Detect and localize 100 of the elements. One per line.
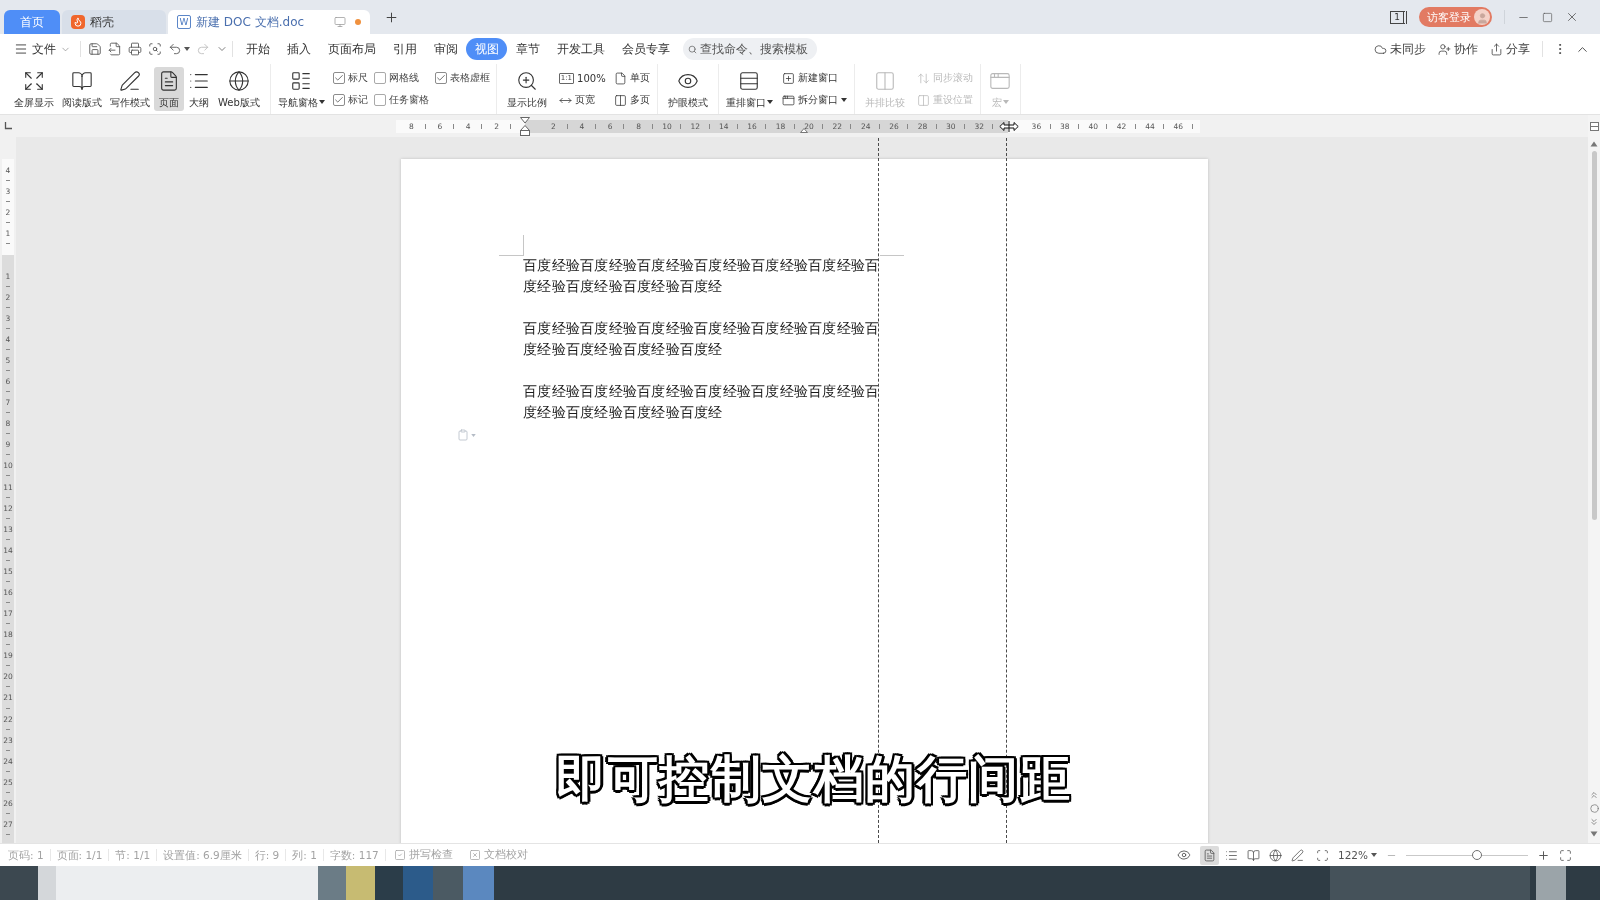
globe-icon [227, 69, 250, 92]
checkbox[interactable] [434, 72, 447, 84]
checkbox-label[interactable]: 标记 [347, 93, 368, 107]
fullscreen-icon[interactable] [1559, 848, 1572, 862]
menu-tab[interactable]: 审阅 [425, 38, 466, 60]
pen-icon [119, 69, 141, 92]
checkbox-label[interactable]: 表格虚框 [449, 71, 490, 85]
ribbon-button[interactable]: 显示比例 [502, 67, 551, 111]
tab[interactable]: W 新建 DOC 文档.doc [168, 10, 370, 34]
toolbar-button[interactable]: 分享 [1488, 38, 1532, 60]
flame-logo-icon [71, 15, 85, 29]
ribbon-button[interactable]: 重排窗口 [724, 67, 774, 111]
checkbox-label[interactable]: 标尺 [347, 71, 368, 85]
tab-stop-selector-icon[interactable] [4, 122, 12, 130]
menu-tab[interactable]: 开发工具 [548, 38, 613, 60]
menu-tab[interactable]: 插入 [278, 38, 319, 60]
two-columns-icon [613, 93, 627, 107]
caret-icon [184, 47, 190, 51]
ribbon-button[interactable]: 页宽 [557, 90, 607, 110]
checkbox-label[interactable]: 任务窗格 [388, 93, 429, 107]
browse-object-icon[interactable] [1589, 804, 1599, 813]
checkbox[interactable] [332, 72, 345, 84]
tab-marker-icon[interactable] [800, 127, 808, 133]
monitor-icon[interactable] [334, 16, 346, 28]
checkbox[interactable] [373, 94, 386, 106]
pixelated-block [463, 866, 494, 900]
file-menu-button[interactable]: 文件 [12, 38, 73, 60]
toolbar-button[interactable]: 协作 [1436, 38, 1480, 60]
pixelated-block [403, 866, 433, 900]
pixelated-block [375, 866, 403, 900]
status-text: 列: 1 [286, 849, 324, 861]
paragraph: 百度经验百度经验百度经验百度经验百度经验百度经验百度经验百度经验百度经验百度经 [523, 382, 881, 422]
status-text: 设置值: 6.9厘米 [157, 849, 249, 861]
menu-tab[interactable]: 章节 [507, 38, 548, 60]
user-plus-icon [1438, 42, 1451, 56]
search-field[interactable]: 查找命令、搜索模板 [683, 38, 817, 60]
ribbon-button[interactable]: 新建窗口 [780, 68, 848, 88]
checkbox-label[interactable]: 网格线 [388, 71, 419, 85]
cloud-icon [1374, 42, 1387, 56]
menu-tab[interactable]: 会员专享 [613, 38, 678, 60]
window-count-badge[interactable]: 1 [1390, 10, 1407, 24]
scroll-thumb[interactable] [1591, 151, 1597, 520]
fit-frame-icon[interactable] [1315, 848, 1329, 862]
menu-tab[interactable]: 开始 [237, 38, 278, 60]
ribbon-button[interactable]: 大纲 [184, 67, 214, 111]
undo-icon[interactable] [168, 42, 182, 56]
scroll-up-icon[interactable] [1590, 141, 1598, 147]
ribbon-button[interactable]: 写作模式 [106, 67, 154, 111]
ribbon-button[interactable]: 拆分窗口 [780, 90, 848, 110]
doc-type-badge: W [177, 15, 191, 29]
slider-thumb[interactable] [1471, 850, 1482, 860]
ribbon-button[interactable]: 阅读版式 [58, 67, 106, 111]
checkbox[interactable] [332, 94, 345, 106]
ribbon-button[interactable]: 多页 [612, 90, 651, 110]
checkbox-tick-icon [393, 849, 406, 861]
print-preview-icon[interactable] [148, 42, 162, 56]
scroll-down-icon[interactable] [1590, 831, 1598, 837]
caption-text: 即可控制文档的行间距 [556, 751, 1071, 807]
menu-tab[interactable]: 页面布局 [319, 38, 384, 60]
checkbox[interactable] [373, 72, 386, 84]
ribbon-button[interactable]: 导航窗格 [276, 67, 326, 111]
menu-tab[interactable]: 引用 [384, 38, 425, 60]
plus-icon[interactable] [384, 9, 399, 25]
caret-icon [1371, 853, 1377, 857]
document-icon [158, 69, 180, 92]
split-box-icon[interactable] [1589, 121, 1599, 131]
page-icon [613, 71, 627, 85]
ribbon-button[interactable]: 单页 [612, 68, 651, 88]
open-book-icon [71, 69, 93, 92]
paragraph: 百度经验百度经验百度经验百度经验百度经验百度经验百度经验百度经验百度经验百度经 [523, 256, 881, 296]
status-text: 字数: 117 [323, 849, 386, 861]
ribbon-button[interactable]: Web版式 [214, 67, 264, 111]
page-view-icon[interactable] [1199, 845, 1219, 865]
eye-icon[interactable] [1176, 848, 1191, 862]
close-icon[interactable] [1565, 10, 1579, 24]
tab[interactable]: 稻壳 [62, 10, 166, 34]
ribbon-button[interactable]: 全屏显示 [10, 67, 58, 111]
cross-box-icon [468, 849, 481, 861]
share-icon [1490, 42, 1503, 56]
paragraph: 百度经验百度经验百度经验百度经验百度经验百度经验百度经验百度经验百度经验百度经 [523, 319, 881, 359]
pixelated-block [433, 866, 463, 900]
save-icon[interactable] [88, 42, 102, 56]
maximize-icon[interactable] [1542, 11, 1553, 23]
plus-square-icon [781, 71, 795, 85]
export-icon[interactable] [108, 42, 122, 56]
status-text: 页面: 1/1 [50, 849, 110, 861]
margin-corner-mark [499, 235, 524, 256]
print-icon[interactable] [128, 42, 142, 56]
two-columns-icon [916, 93, 930, 107]
status-text: 行: 9 [248, 849, 287, 861]
zoom-level-button[interactable]: 122% [1337, 849, 1377, 861]
ribbon-button[interactable]: 护眼模式 [663, 67, 712, 111]
toolbar-button[interactable]: 未同步 [1372, 38, 1428, 60]
menu-icon [14, 42, 28, 56]
ribbon-button[interactable]: 页面 [154, 67, 184, 111]
status-text: 页码: 1 [2, 849, 51, 861]
indent-marker-icon[interactable] [520, 116, 530, 136]
zoom-in-icon[interactable] [1537, 848, 1550, 862]
up-down-arrows-icon [916, 71, 930, 85]
expand-icon [23, 69, 45, 92]
